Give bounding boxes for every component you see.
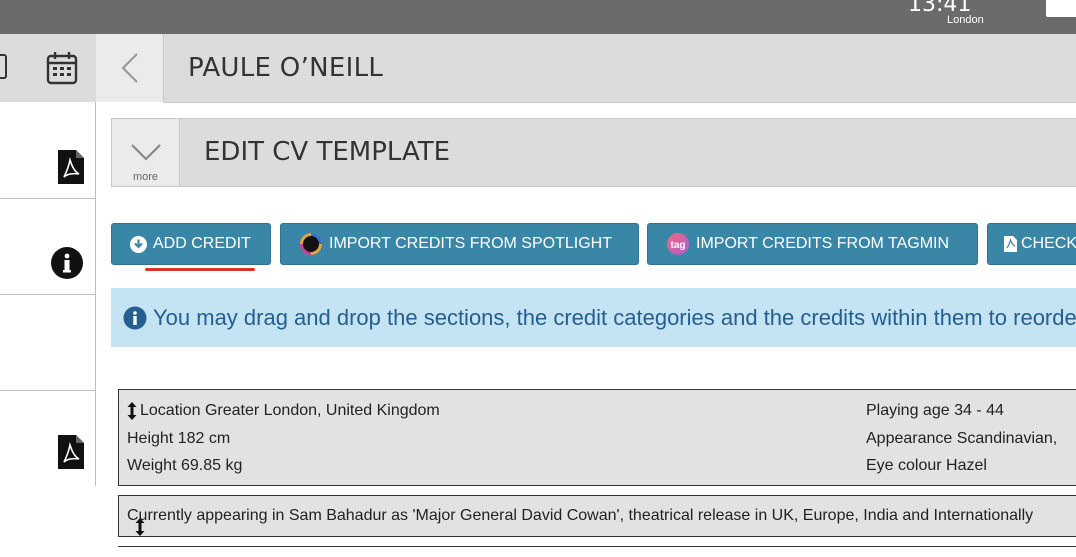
add-credit-label: ADD CREDIT bbox=[153, 235, 251, 252]
add-credit-button[interactable]: ADD CREDIT bbox=[111, 223, 271, 265]
import-spotlight-button[interactable]: IMPORT CREDITS FROM SPOTLIGHT bbox=[280, 223, 639, 265]
tagmin-logo-icon: tag bbox=[666, 232, 690, 256]
top-right-chip[interactable] bbox=[1046, 0, 1076, 17]
top-bar: 13:41 London bbox=[0, 0, 1076, 34]
clock-city: London bbox=[947, 14, 984, 26]
check-button[interactable]: CHECK bbox=[987, 223, 1076, 265]
info-icon bbox=[123, 306, 147, 330]
person-name-bar: PAULE O’NEILL bbox=[164, 34, 1076, 103]
import-spotlight-label: IMPORT CREDITS FROM SPOTLIGHT bbox=[329, 235, 612, 252]
sidebar-row-1 bbox=[0, 102, 95, 199]
stats-weight: Weight 69.85 kg bbox=[127, 457, 243, 474]
chevron-left-icon bbox=[120, 52, 140, 89]
sidebar bbox=[0, 34, 96, 486]
sidebar-row-3 bbox=[0, 295, 95, 391]
stats-location-row: Location Greater London, United Kingdom bbox=[127, 402, 440, 420]
pdf-icon[interactable] bbox=[58, 150, 84, 189]
chevron-down-icon bbox=[130, 143, 162, 166]
more-label: more bbox=[132, 171, 159, 183]
red-underline bbox=[145, 268, 255, 271]
svg-text:tag: tag bbox=[671, 240, 686, 251]
info-icon[interactable] bbox=[51, 247, 83, 284]
more-toggle[interactable]: more bbox=[112, 119, 180, 186]
pdf-icon[interactable] bbox=[58, 435, 84, 474]
stats-appearance: Appearance Scandinavian, bbox=[866, 430, 1058, 447]
stats-playing-age: Playing age 34 - 44 bbox=[866, 402, 1004, 419]
import-tagmin-button[interactable]: tag IMPORT CREDITS FROM TAGMIN bbox=[647, 223, 978, 265]
stats-location: Location Greater London, United Kingdom bbox=[140, 402, 440, 419]
info-alert: You may drag and drop the sections, the … bbox=[111, 288, 1076, 347]
current-credit-row: Currently appearing in Sam Bahadur as 'M… bbox=[127, 507, 1034, 536]
document-icon[interactable] bbox=[0, 54, 8, 85]
stats-eye-colour: Eye colour Hazel bbox=[866, 457, 987, 474]
cv-section-header: more EDIT CV TEMPLATE bbox=[111, 118, 1076, 187]
calendar-icon[interactable] bbox=[46, 51, 78, 90]
drag-arrows-icon[interactable] bbox=[135, 518, 145, 536]
sidebar-row-4 bbox=[0, 391, 95, 486]
download-circle-icon bbox=[130, 235, 147, 253]
next-section-edge bbox=[118, 546, 1076, 557]
check-label: CHECK bbox=[1021, 235, 1076, 252]
section-title: EDIT CV TEMPLATE bbox=[204, 137, 451, 167]
info-message: You may drag and drop the sections, the … bbox=[153, 304, 1076, 330]
file-pdf-icon bbox=[1004, 236, 1017, 252]
import-tagmin-label: IMPORT CREDITS FROM TAGMIN bbox=[696, 235, 950, 252]
sidebar-header bbox=[0, 34, 96, 102]
stats-height: Height 182 cm bbox=[127, 430, 231, 447]
sidebar-row-2 bbox=[0, 199, 95, 295]
spotlight-logo-icon bbox=[299, 232, 323, 256]
current-credit-text: Currently appearing in Sam Bahadur as 'M… bbox=[127, 507, 1034, 524]
person-name: PAULE O’NEILL bbox=[188, 53, 384, 83]
current-credit-section[interactable]: Currently appearing in Sam Bahadur as 'M… bbox=[118, 495, 1076, 537]
back-button[interactable] bbox=[96, 34, 164, 102]
stats-section[interactable]: Location Greater London, United Kingdom … bbox=[118, 389, 1076, 486]
drag-arrows-icon[interactable] bbox=[127, 402, 137, 420]
